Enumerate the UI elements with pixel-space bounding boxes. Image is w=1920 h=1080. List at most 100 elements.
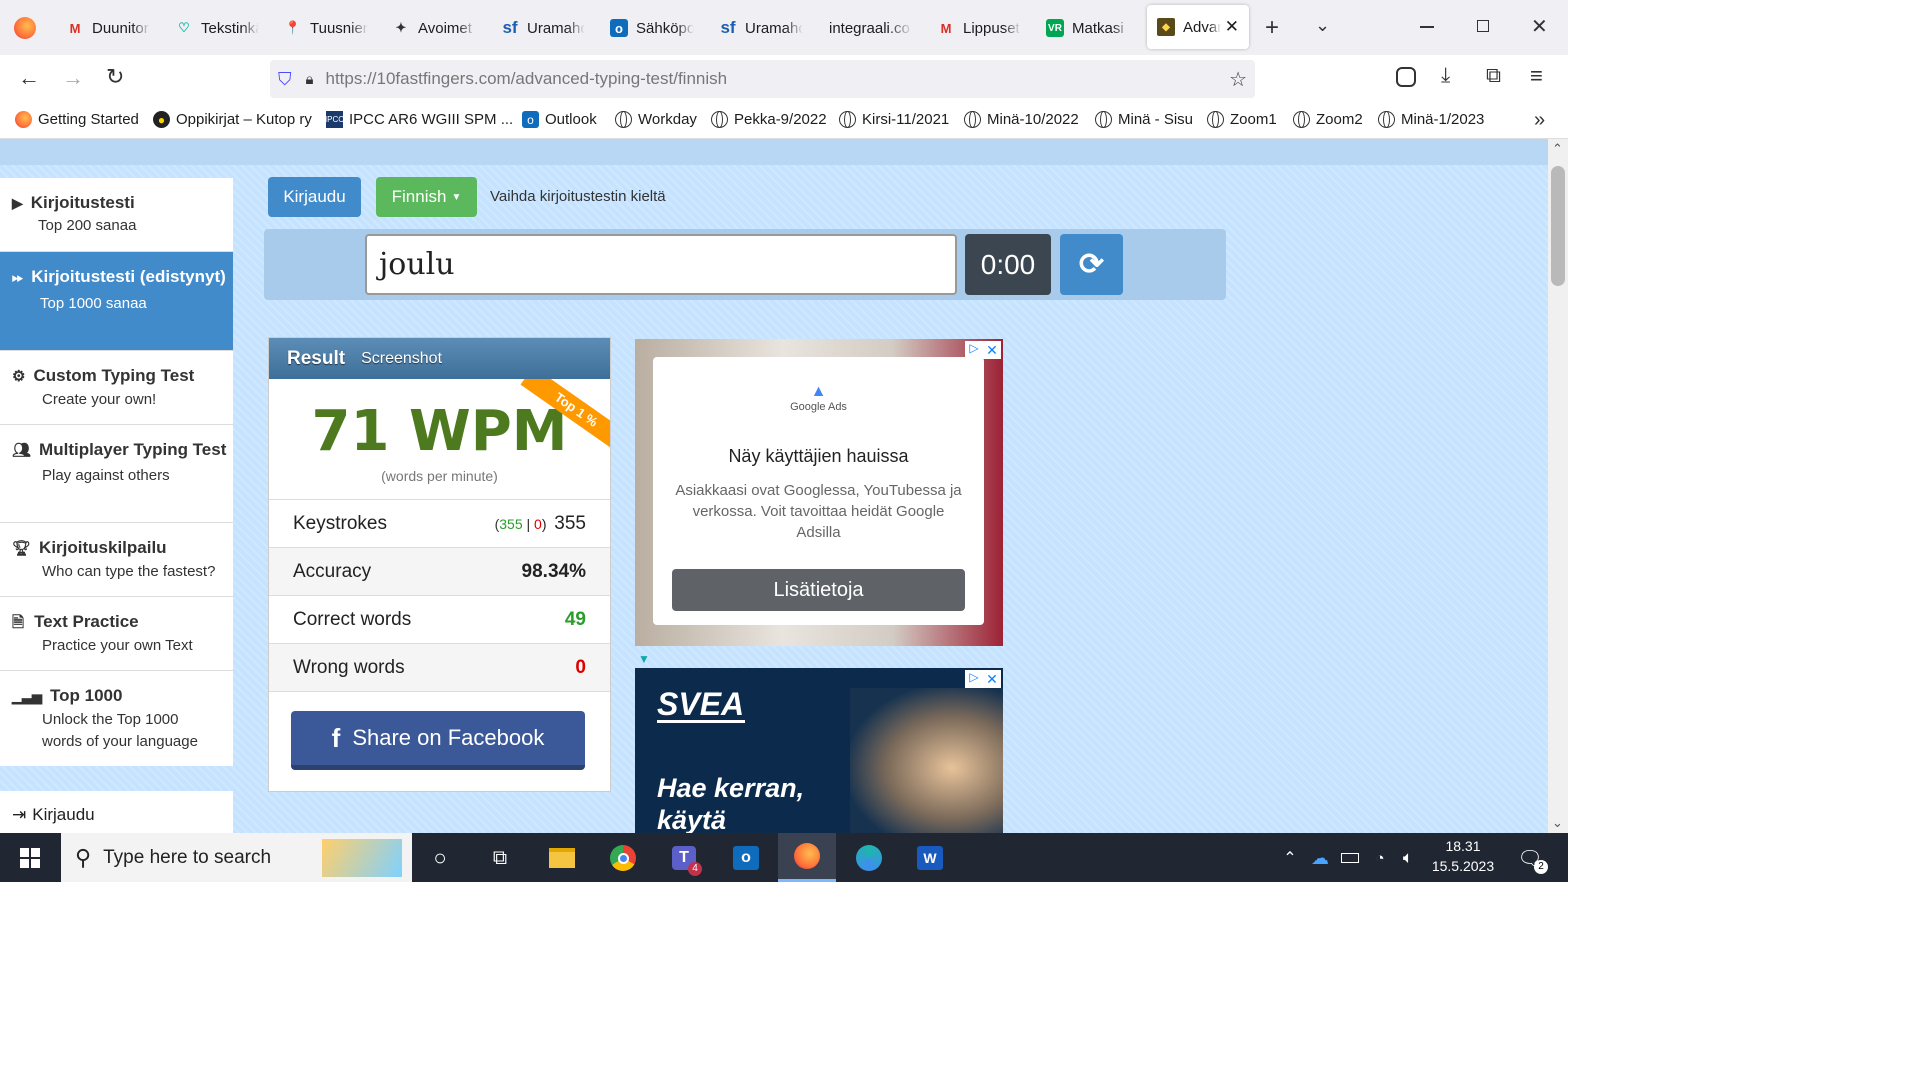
tab-4[interactable]: sf Uramaho bbox=[501, 8, 585, 48]
address-bar[interactable]: ⛉ 🔒︎ https://10fastfingers.com/advanced-… bbox=[270, 60, 1255, 98]
edge-icon[interactable] bbox=[853, 842, 885, 874]
language-hint: Vaihda kirjoitustestin kieltä bbox=[490, 188, 666, 205]
sidebar-item-top1000[interactable]: ▁▃▅ Top 1000 Unlock the Top 1000 words of… bbox=[0, 671, 233, 766]
login-button[interactable]: Kirjaudu bbox=[268, 177, 361, 217]
restart-button[interactable]: ⟳ bbox=[1060, 234, 1123, 295]
restore-icon[interactable] bbox=[1477, 20, 1489, 32]
ad-svea[interactable]: ▷ ✕ SVEA Hae kerran, käytä bbox=[635, 668, 1003, 833]
extensions-icon[interactable]: ⧉ bbox=[1486, 64, 1501, 88]
bookmark-0[interactable]: Getting Started bbox=[15, 111, 139, 128]
tab-5[interactable]: o Sähköpo bbox=[610, 8, 694, 48]
task-view-icon[interactable]: ⧉ bbox=[484, 842, 516, 874]
onedrive-icon[interactable]: ☁ bbox=[1304, 842, 1336, 874]
ad-google[interactable]: ▷ ✕ ▲ Google Ads Näy käyttäjien hauissa … bbox=[635, 339, 1003, 646]
chrome-icon[interactable] bbox=[607, 842, 639, 874]
tab-7[interactable]: integraali.co bbox=[829, 8, 913, 48]
download-icon[interactable]: ⤓ bbox=[1441, 64, 1450, 88]
taskbar-search[interactable]: ⚲ Type here to search bbox=[61, 833, 412, 882]
tab-active[interactable]: ◆Advan✕ bbox=[1147, 5, 1249, 49]
globe-icon bbox=[1207, 111, 1224, 128]
bookmark-10[interactable]: Zoom2 bbox=[1293, 111, 1363, 128]
url-host: https://10fastfingers.com bbox=[325, 69, 511, 88]
tab-result[interactable]: Result bbox=[287, 348, 345, 370]
bookmark-3[interactable]: o Outlook bbox=[522, 111, 597, 128]
scroll-down-icon[interactable]: ⌄ bbox=[1552, 815, 1563, 831]
volume-icon[interactable]: 🔈︎ bbox=[1392, 842, 1424, 874]
globe-icon bbox=[839, 111, 856, 128]
sidebar-item-advanced-test[interactable]: ⏩︎ Kirjoitustesti (edistynyt) Top 1000 sa… bbox=[0, 252, 233, 351]
close-tab-icon[interactable]: ✕ bbox=[1225, 17, 1239, 37]
clock[interactable]: 18.31 15.5.2023 bbox=[1430, 838, 1496, 874]
minimize-icon[interactable] bbox=[1420, 26, 1434, 28]
bookmark-4[interactable]: Workday bbox=[615, 111, 697, 128]
scroll-up-icon[interactable]: ⌃ bbox=[1552, 141, 1563, 157]
tab-9[interactable]: VR Matkasi bbox=[1046, 8, 1130, 48]
notifications-icon[interactable]: 🗨︎ 2 bbox=[1514, 842, 1548, 874]
bookmark-5[interactable]: Pekka-9/2022 bbox=[711, 111, 827, 128]
sidebar-item-custom-test[interactable]: ⚙ Custom Typing Test Create your own! bbox=[0, 351, 233, 425]
tab-0[interactable]: M Duunitor bbox=[66, 8, 150, 48]
forward-icon[interactable]: → bbox=[62, 65, 84, 91]
bookmark-9[interactable]: Zoom1 bbox=[1207, 111, 1277, 128]
sidebar-item-competition[interactable]: 🏆︎ Kirjoituskilpailu Who can type the fas… bbox=[0, 523, 233, 597]
pocket-icon[interactable] bbox=[1396, 67, 1416, 87]
ad-close-icon[interactable]: ✕ bbox=[983, 670, 1001, 688]
ad-brand: Google Ads bbox=[790, 401, 847, 413]
tab-1[interactable]: ♡ Tekstinkä bbox=[175, 8, 259, 48]
bookmark-2[interactable]: IPCC IPCC AR6 WGIII SPM ... bbox=[325, 111, 513, 128]
outlook-app-icon[interactable]: o bbox=[730, 842, 762, 874]
site-header-strip bbox=[0, 139, 1548, 165]
teams-badge: 4 bbox=[688, 862, 702, 876]
more-bookmarks-chevron-icon[interactable]: » bbox=[1534, 109, 1545, 132]
close-window-icon[interactable]: ✕ bbox=[1531, 14, 1548, 39]
teams-icon[interactable]: T4 bbox=[668, 842, 702, 876]
sidebar-item-multiplayer[interactable]: 👥︎ Multiplayer Typing Test Play against o… bbox=[0, 425, 233, 523]
caret-down-icon: ▼ bbox=[451, 191, 462, 203]
ad-feedback-icon[interactable]: ▼ bbox=[638, 652, 650, 666]
bookmark-11[interactable]: Minä-1/2023 bbox=[1378, 111, 1484, 128]
windows-start-icon[interactable] bbox=[14, 842, 46, 874]
word-icon[interactable]: W bbox=[914, 842, 946, 874]
tab-3[interactable]: ✦ Avoimet bbox=[392, 8, 476, 48]
bird-icon: ✦ bbox=[395, 20, 407, 35]
share-facebook-button[interactable]: f Share on Facebook bbox=[291, 711, 585, 770]
scrollbar-thumb[interactable] bbox=[1551, 166, 1565, 286]
outlook-icon: o bbox=[522, 111, 539, 128]
sidebar-item-text-practice[interactable]: 🗎 Text Practice Practice your own Text bbox=[0, 597, 233, 671]
adchoices-icon[interactable]: ▷ bbox=[965, 670, 983, 688]
firefox-taskbar-icon[interactable] bbox=[778, 833, 836, 882]
vr-icon: VR bbox=[1046, 19, 1064, 37]
reload-icon[interactable]: ↻ bbox=[106, 64, 124, 90]
bookmark-star-icon[interactable]: ☆ bbox=[1229, 67, 1247, 92]
bookmark-1[interactable]: ● Oppikirjat – Kutop ry bbox=[153, 111, 312, 128]
outlook-icon: o bbox=[610, 19, 628, 37]
hamburger-menu-icon[interactable]: ≡ bbox=[1530, 63, 1543, 89]
typing-input[interactable]: joulu bbox=[365, 234, 957, 295]
bookmark-7[interactable]: Minä-10/2022 bbox=[964, 111, 1079, 128]
firefox-menu-icon[interactable] bbox=[14, 17, 36, 39]
url-path: /advanced-typing-test/finnish bbox=[510, 69, 728, 88]
battery-icon[interactable] bbox=[1334, 842, 1366, 874]
bookmark-6[interactable]: Kirsi-11/2021 bbox=[839, 111, 949, 128]
ad2-brand: SVEA bbox=[657, 686, 745, 722]
cortana-icon[interactable]: ○ bbox=[424, 842, 456, 874]
tab-list-chevron-icon[interactable]: ⌄ bbox=[1315, 15, 1330, 36]
tab-screenshot[interactable]: Screenshot bbox=[361, 350, 442, 368]
ad-cta-button[interactable]: Lisätietoja bbox=[672, 569, 965, 611]
new-tab-icon[interactable]: + bbox=[1265, 14, 1279, 42]
ad-close-icon[interactable]: ✕ bbox=[983, 341, 1001, 359]
result-header: Result Screenshot bbox=[269, 338, 610, 379]
tab-2[interactable]: 📍 Tuusnien bbox=[284, 8, 368, 48]
tab-6[interactable]: sf Uramaho bbox=[719, 8, 803, 48]
back-icon[interactable]: ← bbox=[18, 65, 40, 91]
search-icon: ⚲ bbox=[75, 844, 92, 870]
bookmark-8[interactable]: Minä - Sisu bbox=[1095, 111, 1193, 128]
tab-8[interactable]: M Lippuset bbox=[937, 8, 1021, 48]
file-explorer-icon[interactable] bbox=[546, 842, 578, 874]
accuracy-row: Accuracy 98.34% bbox=[269, 547, 610, 595]
language-dropdown[interactable]: Finnish ▼ bbox=[376, 177, 477, 217]
show-hidden-icons-chevron-icon[interactable]: ⌃ bbox=[1274, 842, 1306, 874]
sidebar-login[interactable]: ⇥ Kirjaudu bbox=[0, 791, 233, 833]
page-scrollbar[interactable]: ⌃ ⌄ bbox=[1548, 139, 1568, 833]
sidebar-item-basic-test[interactable]: ▶ Kirjoitustesti Top 200 sanaa bbox=[0, 178, 233, 252]
